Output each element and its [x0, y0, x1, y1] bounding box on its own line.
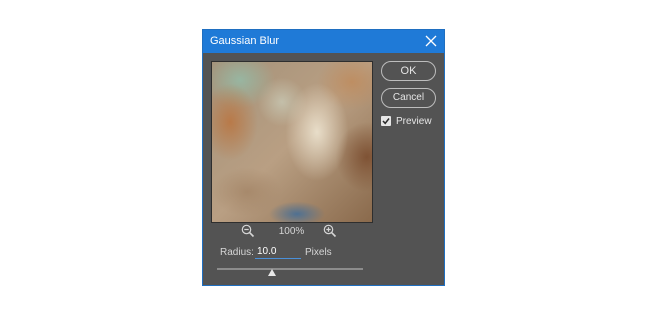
radius-slider-track[interactable]: [217, 268, 363, 270]
preview-checkbox[interactable]: [381, 116, 391, 126]
cancel-button[interactable]: Cancel: [381, 88, 436, 108]
zoom-in-icon[interactable]: [323, 224, 337, 238]
dialog-title: Gaussian Blur: [210, 35, 280, 47]
zoom-out-icon[interactable]: [241, 224, 255, 238]
radius-input[interactable]: [255, 244, 301, 259]
gaussian-blur-dialog: Gaussian Blur 100% Radius: Pixels OK Can…: [202, 29, 445, 286]
radius-unit-label: Pixels: [305, 247, 332, 258]
radius-slider-thumb[interactable]: [268, 269, 277, 276]
close-button[interactable]: [418, 30, 444, 53]
checkmark-icon: [382, 118, 390, 125]
dialog-titlebar[interactable]: Gaussian Blur: [203, 30, 444, 53]
preview-label: Preview: [396, 116, 432, 127]
radius-label: Radius:: [220, 247, 254, 258]
blur-preview-image[interactable]: [211, 61, 373, 223]
ok-button[interactable]: OK: [381, 61, 436, 81]
close-icon: [425, 35, 437, 47]
zoom-level: 100%: [278, 226, 305, 237]
